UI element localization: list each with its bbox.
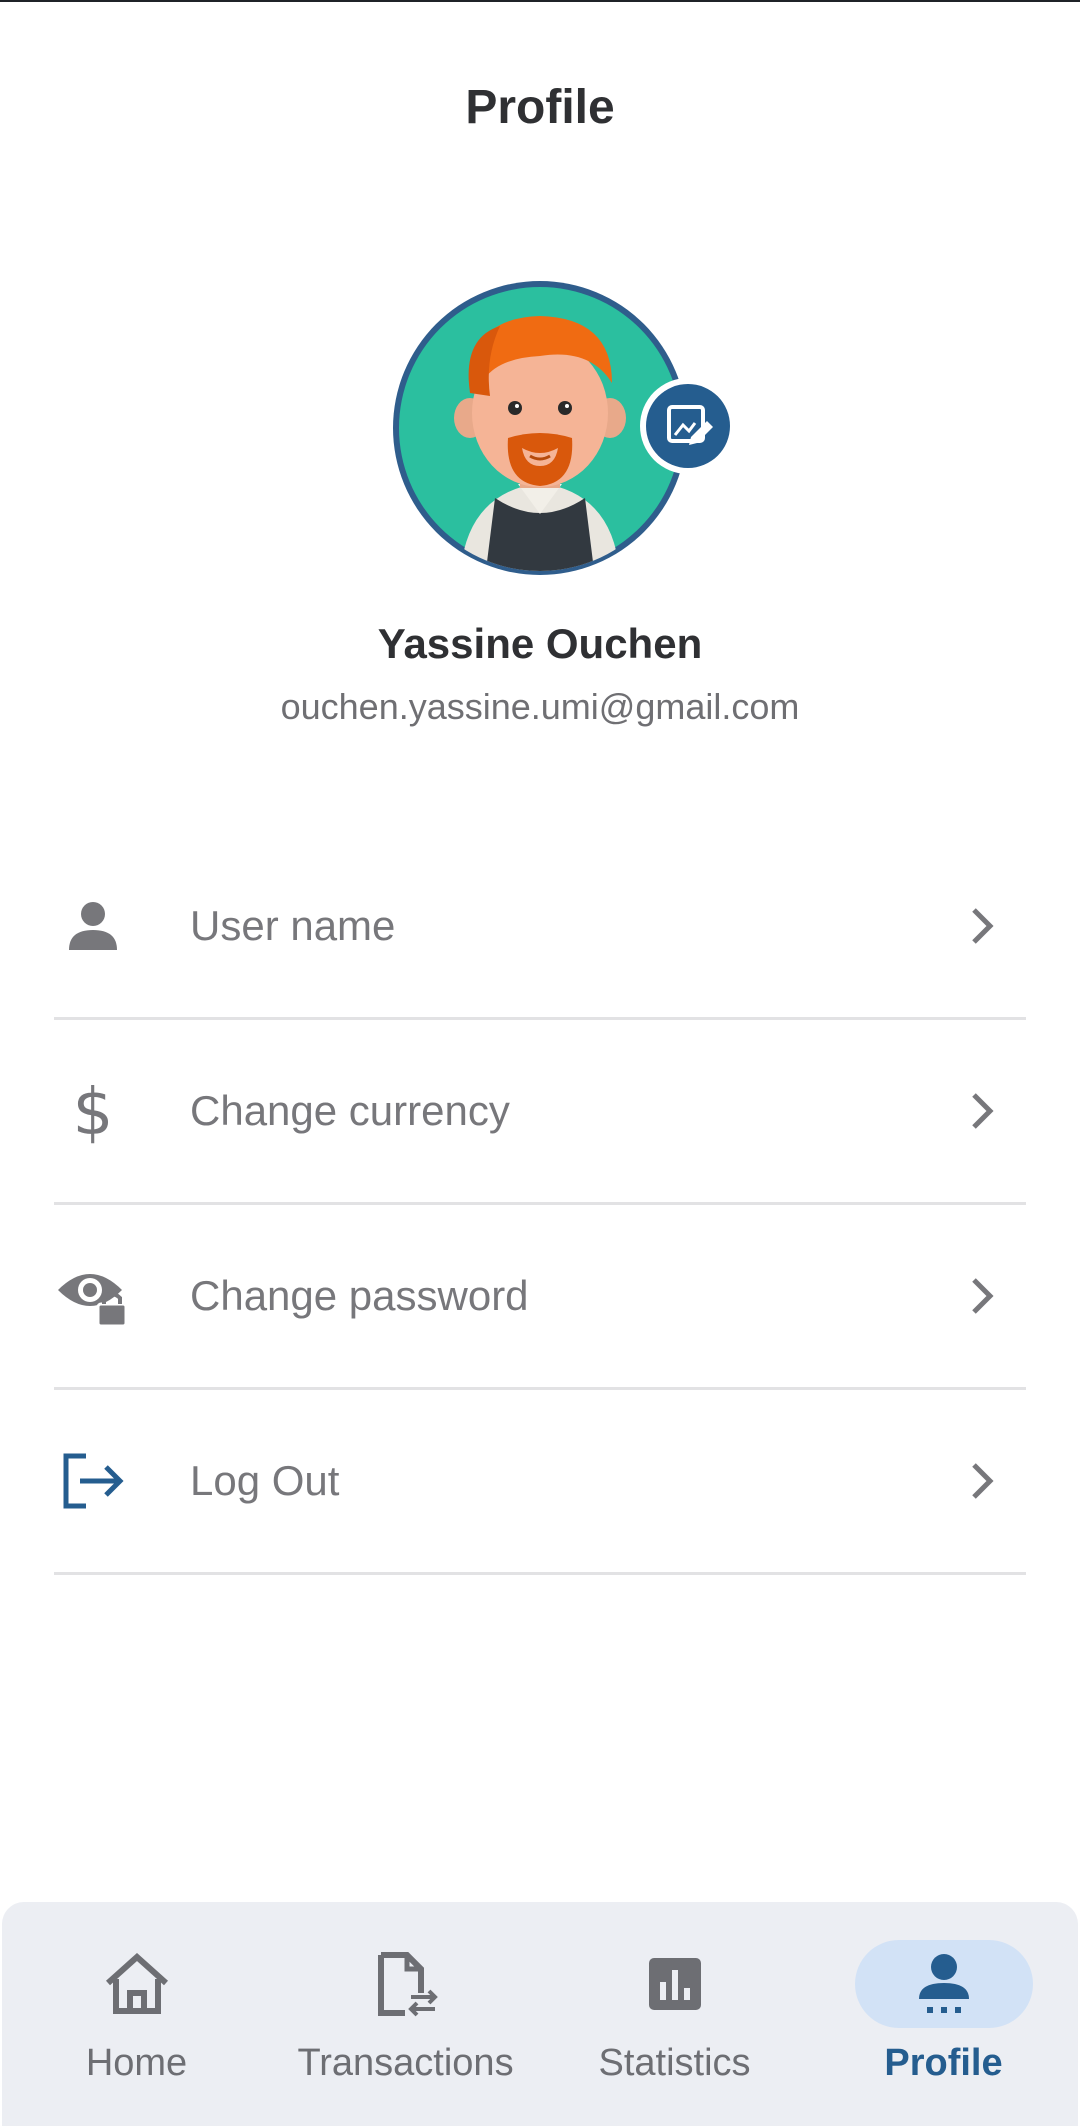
- menu-item-change-currency[interactable]: $ Change currency: [54, 1020, 1026, 1205]
- statistics-icon: [648, 1958, 701, 2010]
- menu-item-user-name[interactable]: User name: [54, 835, 1026, 1020]
- chevron-right-icon: [962, 1091, 1002, 1131]
- avatar-container[interactable]: [390, 278, 736, 578]
- profile-screen: Profile Yassine Ouchen ouchen.yassine.um…: [0, 0, 1080, 2126]
- chevron-right-icon: [962, 906, 1002, 946]
- profile-icon: [918, 1954, 969, 2013]
- nav-item-home[interactable]: Home: [2, 1902, 271, 2126]
- bottom-navigation: Home Transactions Statistics Profile: [2, 1902, 1078, 2126]
- nav-label: Profile: [884, 2042, 1003, 2084]
- menu-item-change-password[interactable]: Change password: [54, 1205, 1026, 1390]
- nav-pill: [317, 1940, 495, 2028]
- nav-pill-active: [854, 1940, 1033, 2028]
- nav-label: Statistics: [598, 2042, 751, 2084]
- settings-menu: User name $ Change currency Change passw…: [54, 835, 1026, 1575]
- nav-pill: [586, 1940, 764, 2028]
- nav-item-profile[interactable]: Profile: [809, 1902, 1078, 2126]
- nav-pill: [48, 1940, 226, 2028]
- user-email: ouchen.yassine.umi@gmail.com: [280, 686, 800, 727]
- menu-item-log-out[interactable]: Log Out: [54, 1390, 1026, 1575]
- menu-item-label: User name: [190, 902, 396, 949]
- svg-text:$: $: [73, 1078, 114, 1144]
- menu-item-label: Log Out: [190, 1457, 340, 1504]
- edit-image-icon: [667, 405, 713, 445]
- nav-item-transactions[interactable]: Transactions: [271, 1902, 540, 2126]
- eye-lock-icon: [54, 1257, 132, 1335]
- page-title: Profile: [465, 81, 615, 134]
- home-icon: [105, 1953, 168, 2014]
- nav-item-statistics[interactable]: Statistics: [540, 1902, 809, 2126]
- menu-item-label: Change password: [190, 1272, 529, 1319]
- nav-label: Transactions: [297, 2042, 514, 2084]
- transactions-icon: [377, 1952, 438, 2017]
- person-icon: [54, 887, 132, 965]
- edit-avatar-button[interactable]: [640, 378, 736, 474]
- dollar-icon: $: [54, 1072, 132, 1150]
- nav-label: Home: [85, 2042, 188, 2084]
- menu-item-label: Change currency: [190, 1087, 510, 1134]
- logout-icon: [54, 1442, 132, 1520]
- chevron-right-icon: [962, 1276, 1002, 1316]
- user-name: Yassine Ouchen: [377, 620, 703, 667]
- chevron-right-icon: [962, 1461, 1002, 1501]
